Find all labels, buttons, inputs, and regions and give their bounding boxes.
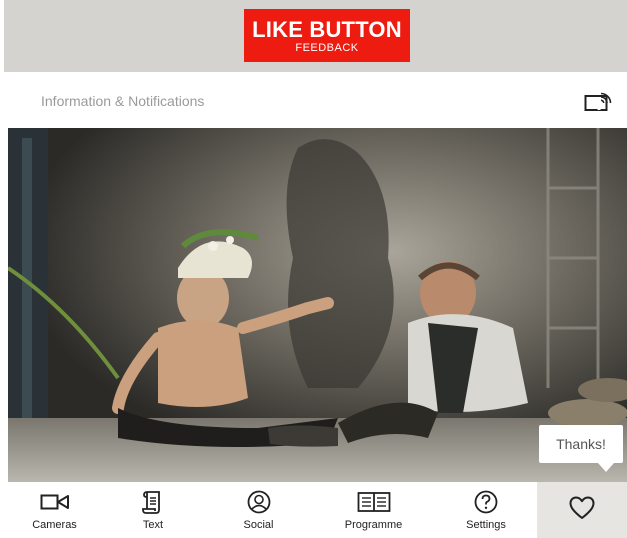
badge-title: LIKE BUTTON [252, 17, 402, 42]
information-title: Information & Notifications [41, 93, 205, 109]
nav-programme[interactable]: Programme [312, 482, 435, 538]
thanks-tooltip: Thanks! [539, 425, 623, 472]
nav-social-label: Social [243, 519, 274, 531]
scroll-icon [142, 491, 160, 514]
stage-photo [8, 128, 627, 482]
left-edge [0, 0, 4, 538]
person-circle-icon [247, 490, 270, 514]
nav-cameras[interactable]: Cameras [8, 482, 101, 538]
nav-settings-label: Settings [466, 519, 506, 531]
video-camera-icon [40, 494, 69, 510]
nav-text[interactable]: Text [101, 482, 205, 538]
help-circle-icon [474, 490, 498, 514]
open-book-icon [357, 492, 390, 512]
bottom-navigation: Cameras Text Social Programme Settings [8, 482, 627, 538]
app-frame: LIKE BUTTON FEEDBACK Information & Notif… [0, 0, 627, 538]
nav-programme-label: Programme [344, 519, 403, 531]
badge-subtitle: FEEDBACK [295, 42, 359, 54]
cast-icon[interactable] [584, 92, 612, 112]
heart-icon [569, 496, 595, 519]
tooltip-arrow [598, 463, 614, 472]
thanks-tooltip-text: Thanks! [556, 436, 606, 452]
nav-social[interactable]: Social [205, 482, 312, 538]
nav-cameras-label: Cameras [32, 519, 77, 531]
nav-settings[interactable]: Settings [435, 482, 537, 538]
stage-photo-illustration [8, 128, 627, 482]
like-button[interactable] [537, 482, 627, 538]
like-button-feedback-badge: LIKE BUTTON FEEDBACK [244, 9, 410, 62]
nav-text-label: Text [142, 519, 164, 531]
information-bar: Information & Notifications [8, 72, 627, 128]
